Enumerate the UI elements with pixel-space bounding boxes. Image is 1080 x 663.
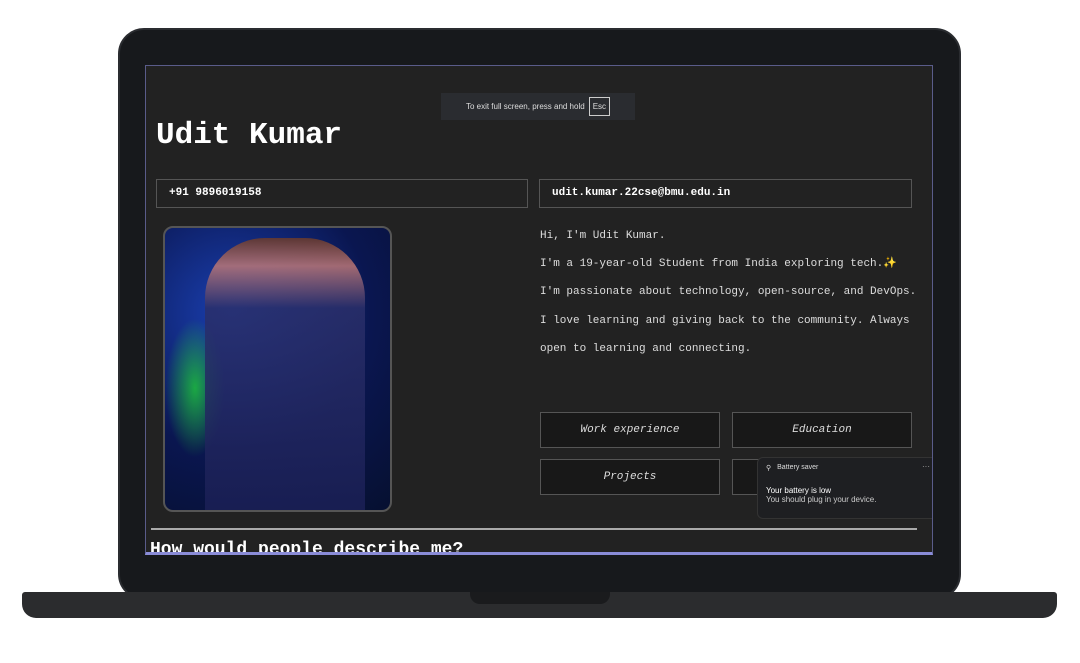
esc-key: Esc [588, 97, 611, 116]
toast-body: You should plug in your device. [766, 495, 877, 504]
phone-field[interactable]: +91 9896019158 [156, 179, 528, 208]
toast-app: Battery saver [777, 464, 819, 471]
divider [151, 528, 917, 530]
profile-photo [163, 226, 392, 512]
fullscreen-message: To exit full screen, press and hold [465, 102, 585, 111]
more-options-icon[interactable]: ··· [922, 462, 930, 471]
projects-button[interactable]: Projects [540, 459, 720, 495]
page-title: Udit Kumar [156, 118, 343, 153]
laptop-notch [470, 592, 610, 604]
screen: To exit full screen, press and hold Esc U… [145, 65, 933, 555]
email-field[interactable]: udit.kumar.22cse@bmu.edu.in [539, 179, 912, 208]
battery-notification[interactable]: ⚲ Battery saver ··· Your battery is low Y… [757, 457, 932, 519]
lightbulb-icon: ⚲ [766, 465, 772, 472]
bio: Hi, I'm Udit Kumar. I'm a 19-year-old Stu… [540, 222, 920, 363]
toast-title: Your battery is low [766, 486, 832, 495]
work-experience-button[interactable]: Work experience [540, 412, 720, 448]
bio-text: I'm a 19-year-old Student from India exp… [540, 258, 917, 355]
education-button[interactable]: Education [732, 412, 912, 448]
fullscreen-notice: To exit full screen, press and hold Esc [441, 93, 635, 120]
section-heading: How would people describe me? [150, 540, 464, 555]
bio-greeting: Hi, I'm Udit Kumar. [540, 230, 666, 242]
